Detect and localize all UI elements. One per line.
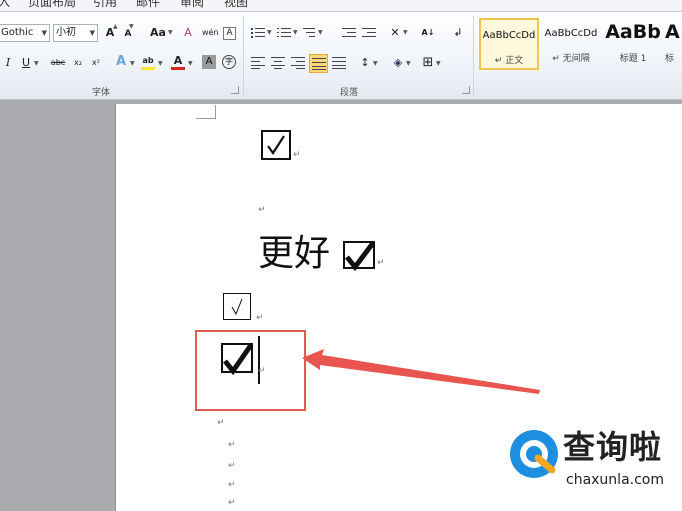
watermark-brand: 查询啦: [563, 428, 663, 466]
watermark-url: chaxunla.com: [566, 472, 664, 488]
chaxunla-logo-icon: [510, 430, 558, 478]
